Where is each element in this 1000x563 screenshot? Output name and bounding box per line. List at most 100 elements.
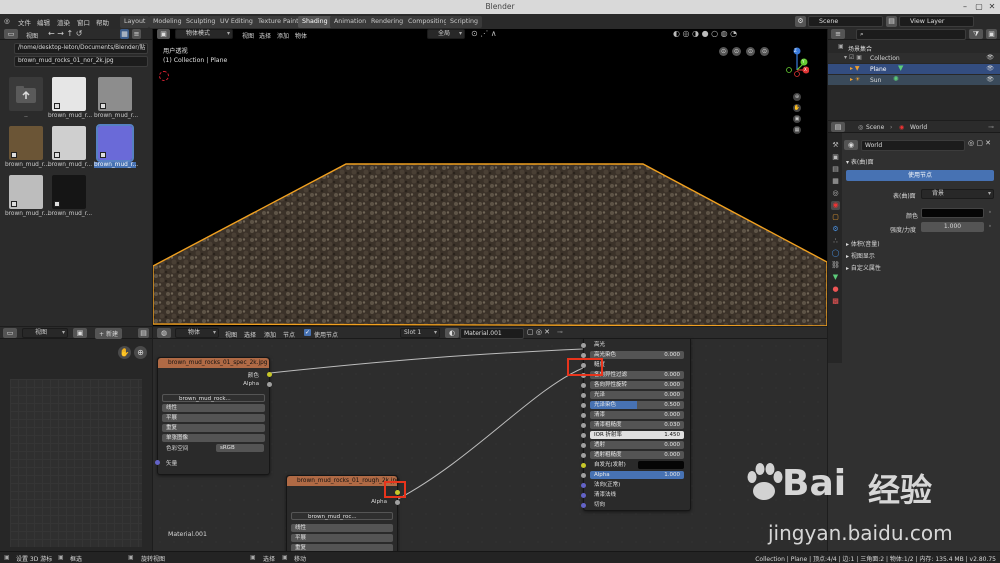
- zoom-view-icon[interactable]: ⊕: [793, 93, 801, 101]
- slot-dropdown[interactable]: Slot 1: [400, 328, 440, 338]
- properties-pin-icon[interactable]: ⊸: [988, 123, 994, 131]
- surface-shader-dropdown[interactable]: 背景: [921, 189, 994, 199]
- spec-node-title[interactable]: brown_mud_rocks_01_spec_2k.jpg: [158, 358, 269, 368]
- bsdf-input-row[interactable]: 清漆粗糙度 0.030: [590, 421, 684, 429]
- rough-image-field[interactable]: brown_mud_roc...: [291, 512, 393, 520]
- tab-texture-paint[interactable]: Texture Paint: [254, 16, 303, 28]
- view-layer-icon[interactable]: ▤: [886, 16, 897, 27]
- bsdf-input-socket[interactable]: [581, 413, 586, 418]
- bsdf-input-row[interactable]: 切向: [590, 501, 684, 509]
- outliner-type-icon[interactable]: ≡: [831, 29, 845, 39]
- gizmo-icon-2[interactable]: ⊙: [732, 47, 741, 56]
- plane-mesh[interactable]: [153, 40, 827, 326]
- 3d-viewport[interactable]: 用户透视 (1) Collection | Plane ⊙ ⊙ ⊙ ⊙ Z X …: [153, 40, 827, 326]
- spec-interpolation-dropdown[interactable]: 线性: [162, 404, 265, 412]
- image-texture-node-rough[interactable]: brown_mud_rocks_01_rough_2k.jpg Alpha br…: [286, 475, 400, 555]
- hand-pan-icon[interactable]: ✋: [118, 346, 131, 359]
- outliner-row-collection[interactable]: ▾ ☑ ▣ Collection 👁: [828, 53, 1000, 63]
- path-field[interactable]: /home/desktop-leton/Documents/Blender/贴图…: [14, 43, 148, 54]
- outliner-search-input[interactable]: ⌕: [856, 29, 966, 40]
- scene-field[interactable]: Scene: [808, 16, 883, 27]
- blender-logo-icon[interactable]: ◎: [4, 17, 10, 25]
- texture-thumbnail[interactable]: [9, 126, 43, 160]
- color-link-icon[interactable]: ◦: [986, 208, 994, 218]
- menu-help[interactable]: 帮助: [96, 17, 109, 27]
- world-actions-icons[interactable]: ◎ ▢ ✕: [968, 139, 991, 147]
- image-view-menu[interactable]: 视图: [22, 328, 68, 338]
- viewport-editor-type-icon[interactable]: ▣: [157, 29, 170, 39]
- strength-link-icon[interactable]: ◦: [986, 222, 994, 232]
- collection-visibility-icon[interactable]: 👁: [986, 54, 994, 61]
- bsdf-input-socket[interactable]: [581, 383, 586, 388]
- bsdf-input-row[interactable]: 各向异性旋转 0.000: [590, 381, 684, 389]
- transform-orientation-dropdown[interactable]: 全局: [427, 29, 465, 39]
- bsdf-input-socket[interactable]: [581, 483, 586, 488]
- bsdf-input-row[interactable]: 透射粗糙度 0.000: [590, 451, 684, 459]
- image-grid-canvas[interactable]: [10, 379, 142, 547]
- outliner-new-collection-icon[interactable]: ▣: [986, 29, 997, 39]
- snap-icons[interactable]: ⊙ ⋰ ∧: [471, 29, 497, 38]
- tab-sculpting[interactable]: Sculpting: [182, 16, 220, 28]
- bsdf-input-socket[interactable]: [581, 493, 586, 498]
- texture-tab-icon[interactable]: ▩: [831, 297, 840, 306]
- data-tab-icon[interactable]: ▼: [831, 273, 840, 282]
- world-field[interactable]: World: [861, 140, 965, 151]
- sun-visibility-icon[interactable]: 👁: [986, 76, 994, 83]
- world-tab-icon[interactable]: ◉: [831, 201, 840, 210]
- texture-thumbnail[interactable]: [52, 126, 86, 160]
- texture-thumbnail[interactable]: [98, 77, 132, 111]
- node-menu-node[interactable]: 节点: [283, 330, 295, 339]
- zoom-icon[interactable]: ⊕: [134, 346, 147, 359]
- rough-projection-dropdown[interactable]: 平展: [291, 534, 393, 542]
- new-image-button[interactable]: + 新建: [95, 328, 122, 339]
- spec-extension-dropdown[interactable]: 重复: [162, 424, 265, 432]
- use-nodes-checkbox[interactable]: ✓: [304, 329, 311, 336]
- material-actions-icons[interactable]: ▢ ◎ ✕: [527, 328, 550, 336]
- outliner-row-sun[interactable]: ▸ ☀ Sun ✺ 👁: [828, 75, 1000, 85]
- open-image-icon[interactable]: ▤: [138, 328, 149, 338]
- view-layer-field[interactable]: View Layer: [899, 16, 974, 27]
- bsdf-input-row[interactable]: 高光: [590, 341, 684, 349]
- bsdf-input-row[interactable]: IOR 折射率 1.450: [590, 431, 684, 439]
- physics-tab-icon[interactable]: ◯: [831, 249, 840, 258]
- node-menu-view[interactable]: 视图: [225, 330, 237, 339]
- scene-icon[interactable]: ⚙: [795, 16, 806, 27]
- camera-view-icon[interactable]: ▣: [793, 115, 801, 123]
- material-field[interactable]: Material.001: [460, 328, 524, 339]
- object-tab-icon[interactable]: ▢: [831, 213, 840, 222]
- bsdf-input-row[interactable]: 法向(正常): [590, 481, 684, 489]
- pan-view-icon[interactable]: ✋: [793, 104, 801, 112]
- output-tab-icon[interactable]: ▤: [831, 165, 840, 174]
- tab-scripting[interactable]: Scripting: [446, 16, 483, 28]
- tab-uv-editing[interactable]: UV Editing: [216, 16, 257, 28]
- outliner-row-scene[interactable]: ▣ 场景集合: [828, 43, 1000, 53]
- bsdf-input-row[interactable]: 高光染色 0.000: [590, 351, 684, 359]
- image-editor-type-icon[interactable]: ▭: [3, 328, 17, 338]
- bsdf-input-row[interactable]: 透射 0.000: [590, 441, 684, 449]
- constraints-tab-icon[interactable]: ⛓: [831, 261, 840, 270]
- bsdf-input-socket[interactable]: [581, 473, 586, 478]
- bsdf-input-row[interactable]: Alpha 1.000: [590, 471, 684, 479]
- emission-color-swatch[interactable]: [638, 461, 684, 469]
- texture-thumbnail[interactable]: [52, 175, 86, 209]
- tab-modeling[interactable]: Modeling: [149, 16, 186, 28]
- bsdf-input-socket[interactable]: [581, 343, 586, 348]
- scene-breadcrumb[interactable]: Scene: [866, 124, 884, 131]
- bsdf-input-socket[interactable]: [581, 403, 586, 408]
- bsdf-input-row[interactable]: 各向异性过滤 0.000: [590, 371, 684, 379]
- custom-properties-panel-header[interactable]: ▸ 自定义属性: [846, 263, 881, 272]
- rough-node-title[interactable]: brown_mud_rocks_01_rough_2k.jpg: [287, 476, 400, 486]
- viewport-overlay-icons[interactable]: ◐ ◎ ◑ ● ○ ◍ ◔: [673, 29, 737, 38]
- gizmo-icon-3[interactable]: ⊙: [746, 47, 755, 56]
- rough-alpha-socket[interactable]: [395, 500, 400, 505]
- surface-panel-header[interactable]: ▾ 表(曲)面: [846, 157, 874, 166]
- tab-layout[interactable]: Layout: [120, 16, 150, 28]
- node-editor-canvas[interactable]: brown_mud_rocks_01_spec_2k.jpg 颜色 Alpha …: [153, 339, 827, 555]
- render-tab-icon[interactable]: ▣: [831, 153, 840, 162]
- spec-image-field[interactable]: brown_mud_rock...: [162, 394, 265, 402]
- node-menu-select[interactable]: 选择: [244, 330, 256, 339]
- menu-file[interactable]: 文件: [18, 17, 31, 27]
- editor-type-icon[interactable]: ▭: [4, 29, 18, 39]
- texture-thumbnail[interactable]: [96, 124, 134, 162]
- minimize-icon[interactable]: –: [960, 2, 970, 12]
